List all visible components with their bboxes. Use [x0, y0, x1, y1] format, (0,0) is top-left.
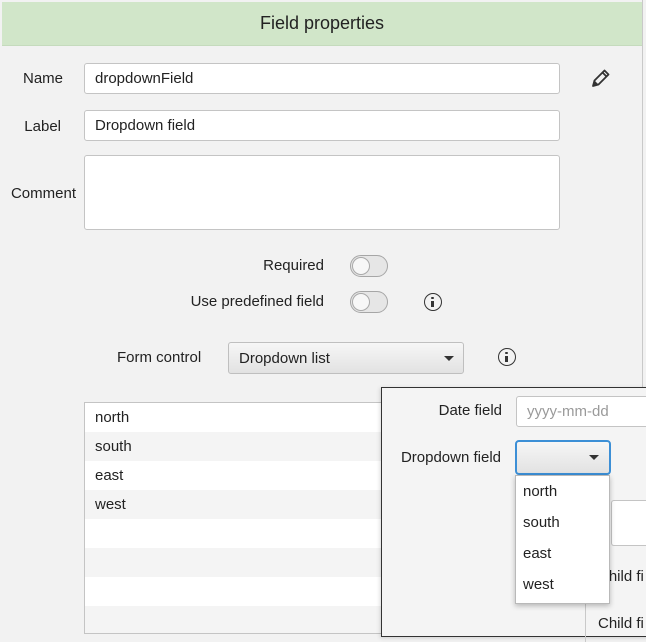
- list-item-empty: [85, 606, 383, 633]
- list-item[interactable]: west: [85, 490, 383, 519]
- name-label: Name: [22, 70, 63, 87]
- label-input-value: Dropdown field: [95, 117, 196, 134]
- dropdown-field-select[interactable]: [515, 440, 611, 475]
- dropdown-field-label: Dropdown field: [400, 449, 501, 466]
- list-item[interactable]: south: [85, 432, 383, 461]
- predefined-label: Use predefined field: [190, 293, 324, 310]
- list-item[interactable]: north: [85, 403, 383, 432]
- form-control-select[interactable]: Dropdown list: [228, 342, 464, 374]
- required-label: Required: [263, 257, 324, 274]
- dropdown-option[interactable]: north: [516, 476, 609, 507]
- form-control-label: Form control: [117, 349, 202, 366]
- panel-title: Field properties: [259, 13, 385, 33]
- date-field-input[interactable]: yyyy-mm-dd: [516, 396, 646, 427]
- list-item[interactable]: east: [85, 461, 383, 490]
- pencil-icon[interactable]: [590, 67, 612, 89]
- list-item-empty: [85, 548, 383, 577]
- comment-label: Comment: [10, 185, 76, 202]
- name-input[interactable]: dropdownField: [84, 63, 560, 94]
- chevron-down-icon: [589, 455, 599, 460]
- dropdown-popup: north south east west: [515, 475, 610, 604]
- name-input-value: dropdownField: [95, 70, 194, 87]
- predefined-toggle[interactable]: [350, 291, 388, 313]
- list-item-empty: [85, 577, 383, 606]
- required-toggle-knob: [352, 257, 370, 275]
- required-toggle[interactable]: [350, 255, 388, 277]
- comment-textarea[interactable]: [84, 155, 560, 230]
- dropdown-option[interactable]: west: [516, 569, 609, 600]
- chevron-down-icon: [444, 356, 454, 361]
- info-icon[interactable]: [424, 293, 442, 311]
- form-control-value: Dropdown list: [239, 349, 330, 367]
- list-item-empty: [85, 519, 383, 548]
- panel-header: Field properties: [2, 2, 642, 46]
- date-field-label: Date field: [438, 402, 502, 419]
- info-icon[interactable]: [498, 348, 516, 366]
- dropdown-option[interactable]: south: [516, 507, 609, 538]
- dropdown-option[interactable]: east: [516, 538, 609, 569]
- label-input[interactable]: Dropdown field: [84, 110, 560, 141]
- preview-text-box[interactable]: [611, 500, 646, 546]
- child-field-label: Child fi: [598, 615, 644, 632]
- label-label: Label: [24, 118, 61, 135]
- date-field-placeholder: yyyy-mm-dd: [527, 403, 609, 420]
- predefined-toggle-knob: [352, 293, 370, 311]
- options-list[interactable]: north south east west: [84, 402, 384, 634]
